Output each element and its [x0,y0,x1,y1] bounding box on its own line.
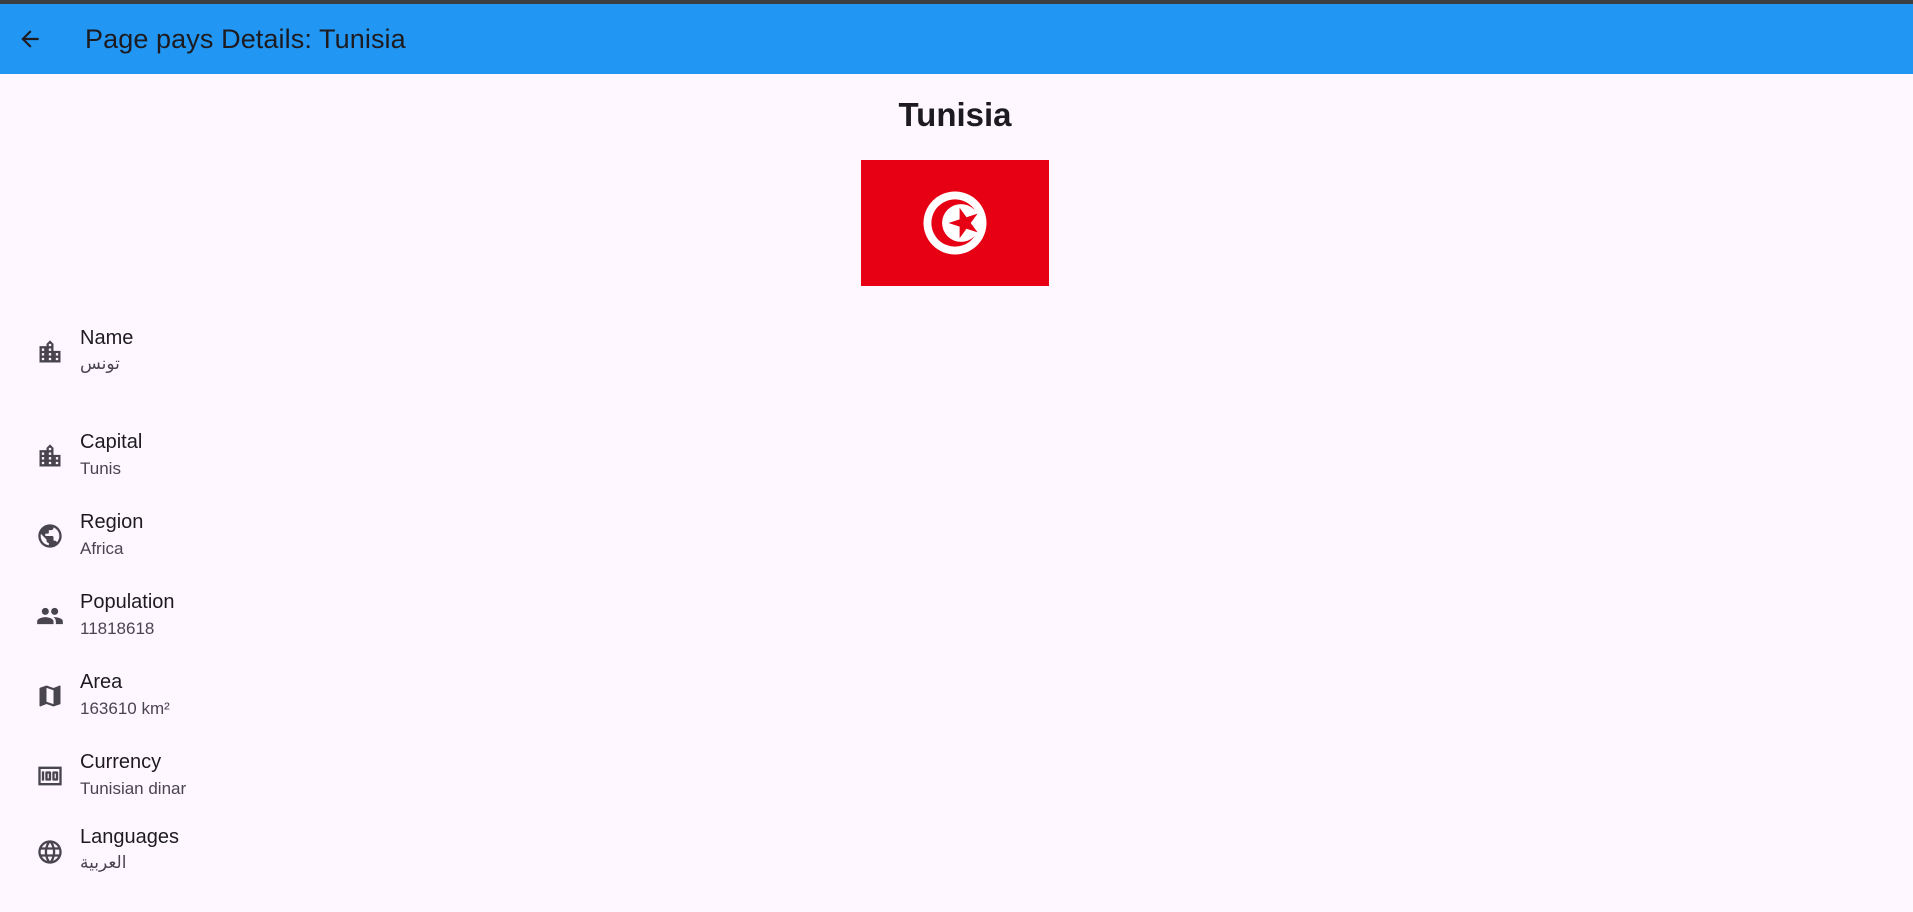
info-value: العربية [80,853,127,872]
info-row-population: Population 11818618 [0,586,700,656]
arrow-back-icon [21,30,39,48]
location-city-icon [36,338,64,366]
info-value: تونس [80,354,120,373]
country-name-heading: Tunisia [898,96,1012,133]
info-row-area: Area 163610 km² [0,666,700,736]
map-icon [36,682,64,710]
info-label: Population [80,591,175,613]
info-label: Name [80,327,134,349]
info-value: Tunisian dinar [80,779,187,798]
people-icon [36,602,64,630]
info-label: Capital [80,431,143,453]
info-label: Region [80,511,144,533]
info-label: Currency [80,751,162,773]
info-label: Area [80,671,123,693]
money-icon [36,762,64,790]
location-city-icon [36,442,64,470]
info-row-currency: Currency Tunisian dinar [0,746,700,816]
info-row-name: Name تونس [0,322,700,392]
info-row-region: Region Africa [0,506,700,576]
info-value: Tunis [80,459,121,478]
app-bar: Page pays Details: Tunisia [0,4,1913,74]
info-value: 11818618 [80,619,155,638]
info-row-languages: Languages العربية [0,824,700,894]
info-label: Languages [80,826,179,848]
info-row-capital: Capital Tunis [0,426,700,496]
info-value: 163610 km² [80,699,170,718]
back-button[interactable] [0,9,60,69]
public-icon [36,522,64,550]
page-title: Page pays Details: Tunisia [85,23,406,54]
country-details: Tunisia Name تونس Capital Tunis Region A… [0,74,1913,912]
tunisia-flag-image [861,160,1049,286]
language-icon [36,838,64,866]
info-value: Africa [80,539,124,558]
